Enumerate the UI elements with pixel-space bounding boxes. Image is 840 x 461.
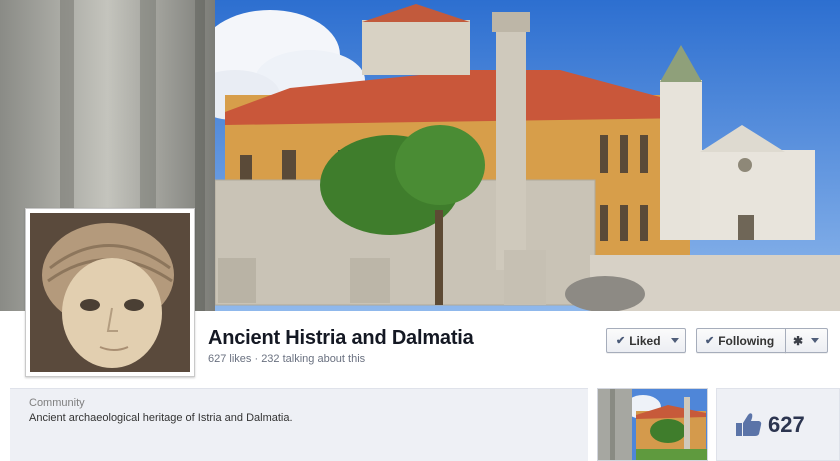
page-category: Community (29, 397, 85, 409)
page-description: Ancient archaeological heritage of Istri… (29, 412, 293, 424)
liked-label: Liked (629, 333, 661, 348)
likes-count: 627 (768, 412, 805, 437)
settings-menu-button[interactable]: ✱ (785, 328, 828, 353)
checkmark-icon: ✔ (616, 335, 626, 347)
following-label: Following (718, 333, 775, 348)
page-title[interactable]: Ancient Histria and Dalmatia (208, 327, 474, 350)
chevron-down-icon (670, 338, 679, 343)
liked-button[interactable]: ✔ Liked (606, 328, 686, 353)
likes-counter[interactable]: 627 (716, 388, 840, 461)
photos-thumbnail[interactable] (597, 388, 708, 461)
about-section: Community Ancient archaeological heritag… (10, 388, 588, 461)
gear-icon: ✱ (793, 333, 804, 348)
following-button[interactable]: ✔ Following (696, 328, 786, 353)
profile-picture[interactable] (25, 208, 195, 377)
chevron-down-icon (811, 338, 820, 343)
thumbs-up-icon (736, 413, 762, 436)
page-stats: 627 likes · 232 talking about this (208, 353, 366, 365)
checkmark-icon: ✔ (705, 335, 715, 347)
